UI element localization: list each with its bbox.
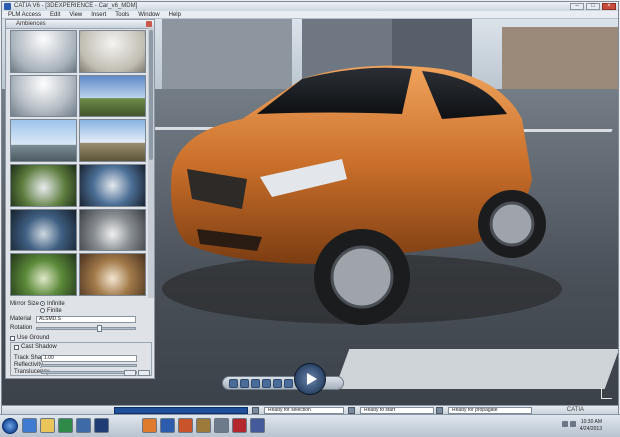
clock-time[interactable]: 10:30 AM	[581, 419, 602, 425]
rotation-slider[interactable]	[36, 325, 136, 332]
car-front-rim	[330, 245, 394, 309]
minimize-button[interactable]: –	[570, 3, 584, 10]
ambience-panel: Ambiences Mirror Size Infinite Finite Ma…	[5, 19, 155, 379]
media2-icon[interactable]	[250, 418, 265, 433]
menu-plm-access[interactable]: PLM Access	[8, 11, 41, 18]
photoshop-icon[interactable]	[94, 418, 109, 433]
material-field[interactable]: ALSMD.S	[36, 316, 136, 323]
environment-thumb[interactable]	[10, 163, 77, 207]
app-logo-icon	[4, 3, 11, 10]
car-rear-rim	[489, 201, 535, 247]
use-ground-label: Use Ground	[17, 335, 50, 341]
mirror-size-label: Mirror Size	[10, 301, 40, 307]
start-button[interactable]	[2, 418, 18, 434]
translucency-slider[interactable]	[41, 371, 137, 374]
menu-tools[interactable]: Tools	[115, 11, 129, 18]
environment-thumb[interactable]	[79, 208, 146, 252]
pan-icon[interactable]	[240, 379, 249, 388]
play-icon[interactable]	[307, 373, 317, 385]
rotate-icon[interactable]	[251, 379, 260, 388]
status-icon	[348, 407, 355, 414]
status-icon	[436, 407, 443, 414]
gallery-scrollbar[interactable]	[148, 28, 154, 298]
ie-icon[interactable]	[22, 418, 37, 433]
panel-cancel-button[interactable]	[138, 370, 150, 376]
zoom-icon[interactable]	[262, 379, 271, 388]
catia-icon[interactable]	[76, 418, 91, 433]
maximize-button[interactable]: □	[586, 3, 600, 10]
3d-viewport[interactable]: Ambiences Mirror Size Infinite Finite Ma…	[2, 19, 618, 405]
radio-infinite-label: Infinite	[47, 301, 65, 307]
window-title: CATIA V6 - [3DEXPERIENCE - Car_v6_MDM]	[14, 3, 138, 9]
environment-thumb[interactable]	[10, 119, 77, 162]
navigation-compass[interactable]	[294, 363, 326, 395]
radio-infinite[interactable]	[40, 301, 45, 306]
menu-help[interactable]: Help	[169, 11, 181, 18]
menu-window[interactable]: Window	[138, 11, 159, 18]
menu-edit[interactable]: Edit	[50, 11, 60, 18]
acrobat-icon[interactable]	[232, 418, 247, 433]
rotation-slider-knob[interactable]	[97, 325, 102, 332]
catia-window: CATIA V6 - [3DEXPERIENCE - Car_v6_MDM] –…	[1, 1, 619, 435]
panel-header: Ambiences	[6, 20, 154, 29]
word-icon[interactable]	[160, 418, 175, 433]
environment-thumb[interactable]	[79, 119, 146, 162]
material-label: Material	[10, 316, 32, 322]
menu-view[interactable]: View	[69, 11, 82, 18]
car-windshield	[257, 67, 412, 114]
environment-gallery	[10, 30, 146, 296]
media-icon[interactable]	[58, 418, 73, 433]
environment-thumb[interactable]	[79, 74, 146, 118]
taskbar: 10:30 AM 4/24/2013	[0, 414, 620, 437]
iso-view-icon[interactable]	[284, 379, 293, 388]
folder-icon[interactable]	[40, 418, 55, 433]
radio-finite[interactable]	[40, 308, 45, 313]
track-shadow-field[interactable]: 1.00	[41, 355, 137, 362]
status-icon	[252, 407, 259, 414]
rotation-label: Rotation	[10, 325, 33, 331]
reflectivity-label: Reflectivity	[14, 362, 44, 368]
environment-thumb[interactable]	[10, 74, 77, 118]
catia-logo: CATIA	[566, 407, 584, 413]
cast-shadow-checkbox[interactable]	[14, 345, 19, 350]
axis-triad-icon	[601, 388, 612, 399]
use-ground-checkbox[interactable]	[10, 336, 15, 341]
mirror-size-row: Mirror Size Infinite Finite	[6, 300, 154, 314]
panel-ok-button[interactable]	[124, 370, 136, 376]
volume-icon[interactable]	[570, 421, 576, 427]
radio-finite-label: Finite	[47, 308, 62, 314]
powerpoint-icon[interactable]	[178, 418, 193, 433]
environment-thumb[interactable]	[79, 30, 146, 73]
system-tray: 10:30 AM 4/24/2013	[562, 418, 616, 434]
calc-icon[interactable]	[214, 418, 229, 433]
environment-thumb[interactable]	[79, 163, 146, 207]
network-icon[interactable]	[562, 421, 568, 427]
reflectivity-slider[interactable]	[41, 364, 137, 367]
menu-insert[interactable]: Insert	[91, 11, 106, 18]
cast-shadow-label: Cast Shadow	[21, 344, 57, 350]
status-cell: Ready to start	[360, 407, 434, 414]
status-cell: Ready for selection	[264, 407, 344, 414]
environment-thumb[interactable]	[10, 208, 77, 252]
normal-view-icon[interactable]	[273, 379, 282, 388]
command-input[interactable]	[114, 407, 248, 414]
menu-bar: PLM Access Edit View Insert Tools Window…	[2, 11, 618, 19]
panel-close-icon[interactable]	[146, 21, 152, 27]
close-button[interactable]: ×	[602, 3, 616, 10]
scrollbar-thumb[interactable]	[149, 30, 153, 160]
environment-thumb[interactable]	[79, 253, 146, 296]
panel-title: Ambiences	[16, 21, 46, 27]
paint-icon[interactable]	[196, 418, 211, 433]
environment-thumb[interactable]	[10, 253, 77, 296]
environment-thumb[interactable]	[10, 30, 77, 73]
clock-date[interactable]: 4/24/2013	[580, 426, 602, 432]
fit-all-icon[interactable]	[229, 379, 238, 388]
status-cell: Ready for propagate	[448, 407, 532, 414]
firefox-icon[interactable]	[142, 418, 157, 433]
